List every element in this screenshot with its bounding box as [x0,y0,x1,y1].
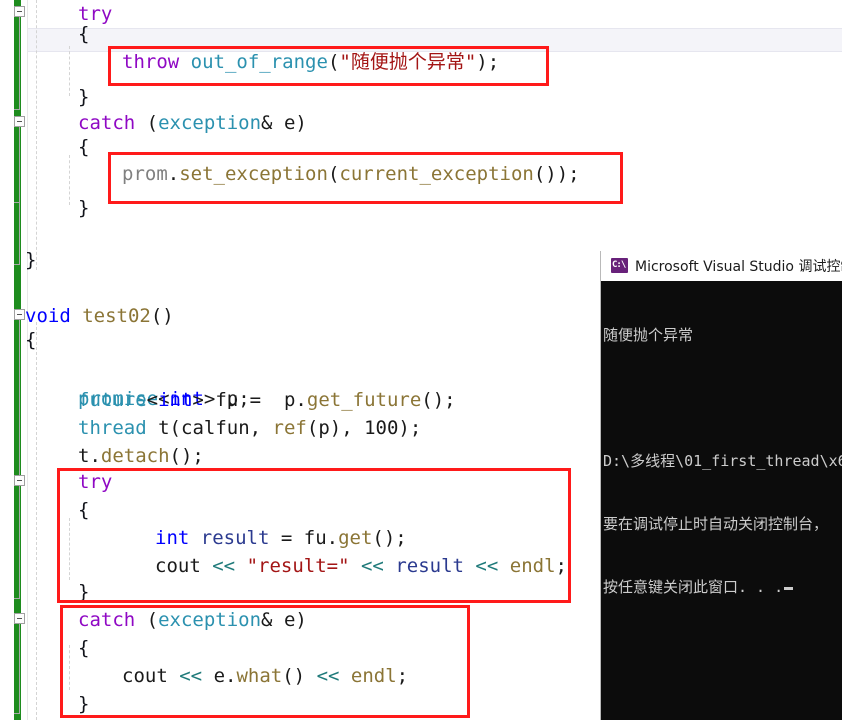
console-line-4: 按任意键关闭此窗口. . . [603,578,784,596]
code-line-throw[interactable]: throw out_of_range("随便抛个异常"); [122,48,499,76]
outline-collapse-catch-1[interactable] [14,116,25,127]
code-line-open-brace-3[interactable]: { [78,496,89,524]
code-line-catch-1[interactable]: catch (exception& e) [78,109,307,137]
indent-guide-b [36,322,37,720]
outline-foot-1 [14,109,20,110]
token-var-fu: fu [215,389,239,411]
token-out-of-range: out_of_range [190,51,328,73]
code-line-open-brace-test02[interactable]: { [25,326,36,354]
token-var-t: t [158,417,170,439]
token-var-p-3: p [318,417,330,439]
code-line-thread-decl[interactable]: thread t(calfun, ref(p), 100); [78,414,421,442]
outline-foot-6 [14,713,20,714]
outline-guide-1 [19,17,20,110]
outline-guide-6 [19,624,20,714]
token-calfun: calfun [181,417,250,439]
token-thread: thread [78,417,147,439]
indent-guide-c [69,46,70,96]
token-get: get [338,527,373,549]
token-var-e-3: e [213,665,226,687]
code-line-open-brace-4[interactable]: { [78,634,89,662]
indent-guide-d [69,155,70,205]
token-what: what [236,665,283,687]
code-line-void-test02[interactable]: void test02() [25,302,174,330]
debug-console-window[interactable]: Microsoft Visual Studio 调试控制台 随便抛个异常 D:\… [600,251,842,720]
code-line-open-brace-1[interactable]: { [78,20,89,48]
code-line-set-exception[interactable]: prom.set_exception(current_exception()); [122,160,580,188]
code-line-cout-result[interactable]: cout << "result=" << result << endl; [155,552,567,580]
token-number-100: 100 [364,417,399,439]
console-line-2: D:\多线程\01_first_thread\x64\ [603,452,842,470]
token-var-e-2: e [283,609,296,631]
console-output-area[interactable]: 随便抛个异常 D:\多线程\01_first_thread\x64\ 要在调试停… [601,281,842,640]
code-line-close-brace-1[interactable]: } [78,83,89,111]
console-title-text: Microsoft Visual Studio 调试控制台 [635,258,842,275]
outline-collapse-test02[interactable] [14,309,25,320]
outline-collapse-try-1[interactable] [14,6,25,17]
console-app-icon [611,257,628,273]
token-var-p-2: p [283,389,296,411]
console-line-1-blank [603,388,842,409]
code-line-close-brace-2[interactable]: } [78,194,89,222]
code-line-open-brace-2[interactable]: { [78,133,89,161]
code-line-catch-2[interactable]: catch (exception& e) [78,606,307,634]
token-var-t-2: t [78,445,90,467]
token-void: void [25,305,71,327]
token-var-e: e [283,112,296,134]
token-test02: test02 [82,305,151,327]
token-var-fu-2: fu [303,527,327,549]
token-string-result: "result=" [246,555,350,577]
token-set-exception: set_exception [179,163,328,185]
console-line-0: 随便抛个异常 [603,326,694,344]
outline-guide-2 [19,127,20,203]
token-result-decl: result [200,527,270,549]
token-cout-2: cout [122,665,168,687]
token-detach: detach [100,445,170,467]
console-titlebar[interactable]: Microsoft Visual Studio 调试控制台 [601,251,842,281]
outline-guide-3 [19,203,20,265]
token-result-use: result [395,555,464,577]
console-line-4-wrap: 按任意键关闭此窗口. . . [603,577,842,598]
indent-guide-f [69,645,70,690]
token-get-future: get_future [306,389,422,411]
console-cursor [784,587,794,590]
token-endl-1: endl [509,555,556,577]
token-future: future [78,389,147,411]
code-line-try-2[interactable]: try [78,468,112,496]
token-endl-2: endl [350,665,397,687]
token-prom: prom [122,163,168,185]
outline-foot-3 [14,264,20,265]
token-string-exception: "随便抛个异常" [339,51,477,73]
indent-guide-e [69,518,70,580]
token-ref: ref [272,417,307,439]
outline-foot-5 [14,598,20,599]
token-try-2: try [78,471,113,493]
code-line-int-result[interactable]: int result = fu.get(); [155,524,407,552]
indent-guide-a [36,0,37,270]
console-line-3: 要在调试停止时自动关闭控制台， [603,515,829,533]
outline-guide-4 [19,320,20,475]
gutter-separator [27,0,28,720]
outline-guide-5 [19,486,20,599]
token-int-2: int [158,389,193,411]
code-line-close-brace-4[interactable]: } [78,690,89,718]
token-catch-2: catch [78,609,136,631]
token-current-exception: current_exception [339,163,534,185]
token-throw: throw [122,51,180,73]
token-int-3: int [155,527,190,549]
token-cout-1: cout [155,555,201,577]
outline-collapse-try-2[interactable] [14,475,25,486]
code-line-close-brace-3[interactable]: } [78,578,89,606]
code-line-cout-what[interactable]: cout << e.what() << endl; [122,662,408,690]
code-line-close-brace-function[interactable]: } [25,246,36,274]
code-line-future-decl[interactable]: future<int> fu = p.get_future(); [78,386,456,414]
token-exception-2: exception [158,609,262,631]
token-exception: exception [158,112,262,134]
token-catch: catch [78,112,136,134]
code-line-detach[interactable]: t.detach(); [78,442,204,470]
outline-collapse-catch-2[interactable] [14,613,25,624]
